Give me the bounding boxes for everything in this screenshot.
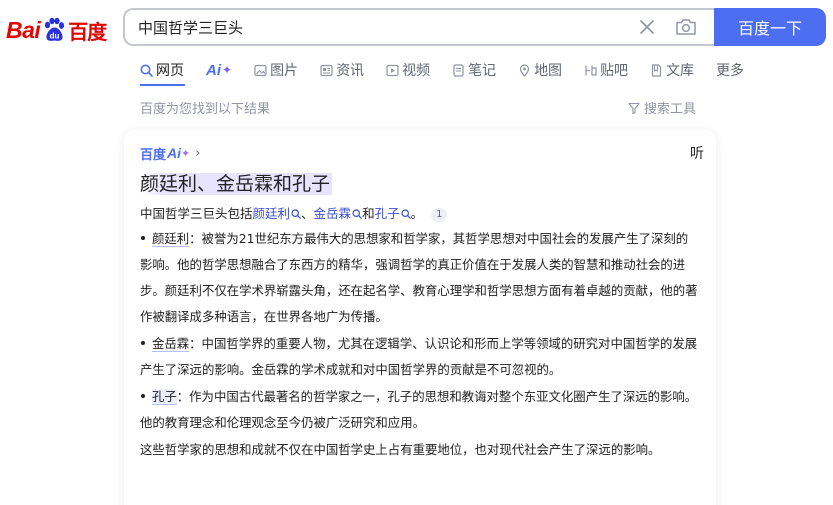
camera-icon[interactable] [673,15,699,39]
image-icon [254,64,267,76]
search-tabs: 网页 Ai ✦ 图片 资讯 视频 笔记 地图 贴吧 文库 更多 [140,58,766,82]
search-tools-button[interactable]: 搜索工具 [628,98,696,117]
doc-icon [651,63,662,77]
item-name[interactable]: 金岳霖 [152,336,190,352]
tab-label: 更多 [716,63,745,79]
tab-map[interactable]: 地图 [518,60,562,80]
ai-sparkle-icon: Ai [206,61,221,79]
active-tab-indicator [140,84,185,86]
tab-tieba[interactable]: 贴吧 [584,60,628,80]
search-icon[interactable] [291,209,301,219]
tab-label: 贴吧 [600,63,629,79]
news-icon [320,64,333,76]
link-kongzi[interactable]: 孔子 [375,206,400,221]
answer-summary: 中国哲学三巨头包括颜廷利 、金岳霖 和孔子。 1 [140,203,700,225]
tab-images[interactable]: 图片 [254,60,298,80]
link-yan-tingli[interactable]: 颜廷利 [253,206,291,221]
svg-text:du: du [50,32,60,41]
tieba-icon [585,65,597,76]
listen-button[interactable]: 听 [690,143,704,163]
item-text: ：被誉为21世纪东方最伟大的思想家和哲学家，其哲学思想对中国社会的发展产生了深刻… [140,231,698,324]
answer-conclusion: 这些哲学家的思想和成就不仅在中国哲学史上占有重要地位，也对现代社会产生了深远的影… [140,442,661,457]
item-name[interactable]: 孔子 [152,389,177,405]
tab-label: 网页 [156,63,184,79]
result-count-text: 百度为您找到以下结果 [140,102,271,117]
map-icon [519,63,530,77]
search-icon[interactable] [400,209,411,219]
search-icon [140,64,153,77]
logo-text-cn: 百度 [68,19,107,44]
search-icon[interactable] [352,209,362,219]
tab-news[interactable]: 资讯 [320,60,364,80]
search-button[interactable]: 百度一下 [714,8,826,46]
paw-logo-icon: du [41,17,67,43]
tab-label: 文库 [666,63,695,79]
clear-icon[interactable] [635,15,659,39]
tab-ai[interactable]: Ai ✦ [206,62,232,79]
answer-item: 孔子：作为中国古代最著名的哲学家之一，孔子的思想和教诲对整个东亚文化圈产生了深远… [140,384,700,436]
search-box [123,8,715,46]
bullet-icon [141,236,145,240]
baidu-logo[interactable]: Bai du 百度 [6,12,107,48]
citation-badge[interactable]: 1 [431,208,448,222]
baidu-ai-brand-link[interactable]: 百度 Ai ✦ › [140,144,200,163]
filter-icon [628,102,640,114]
brand-cn-label: 百度 [140,147,167,163]
tab-label: 笔记 [468,63,497,79]
tab-label: 资讯 [336,63,365,79]
item-name[interactable]: 颜廷利 [152,231,190,247]
note-icon [453,63,464,77]
tab-web[interactable]: 网页 [140,60,184,80]
tab-wenku[interactable]: 文库 [650,60,694,80]
search-tools-label: 搜索工具 [644,102,697,117]
link-jin-yuelin[interactable]: 金岳霖 [314,206,352,221]
answer-title: 颜廷利、金岳霖和孔子 [140,173,333,195]
chevron-right-icon: › [195,145,201,161]
item-text: ：中国哲学界的重要人物，尤其在逻辑学、认识论和形而上学等领域的研究对中国哲学的发… [140,336,698,377]
tab-label: 图片 [270,63,299,79]
logo-text-bai: Bai [6,16,41,43]
video-icon [386,64,399,76]
tab-more[interactable]: 更多 [716,60,744,80]
tab-label: 视频 [402,63,431,79]
ai-logo-icon: Ai [167,145,182,161]
bullet-icon [141,394,145,398]
answer-item: 金岳霖：中国哲学界的重要人物，尤其在逻辑学、认识论和形而上学等领域的研究对中国哲… [140,331,700,383]
tab-notes[interactable]: 笔记 [452,60,496,80]
bullet-icon [141,341,145,345]
tab-label: 地图 [534,63,563,79]
sparkle-icon: ✦ [222,63,233,77]
answer-item: 颜廷利：被誉为21世纪东方最伟大的思想家和哲学家，其哲学思想对中国社会的发展产生… [140,226,700,330]
search-input[interactable] [125,12,635,42]
item-text: ：作为中国古代最著名的哲学家之一，孔子的思想和教诲对整个东亚文化圈产生了深远的影… [140,389,698,430]
tab-video[interactable]: 视频 [386,60,430,80]
sparkle-icon: ✦ [181,146,191,160]
ai-answer-card: 百度 Ai ✦ › 听 颜廷利、金岳霖和孔子 中国哲学三巨头包括颜廷利 、金岳霖和… [124,130,716,505]
